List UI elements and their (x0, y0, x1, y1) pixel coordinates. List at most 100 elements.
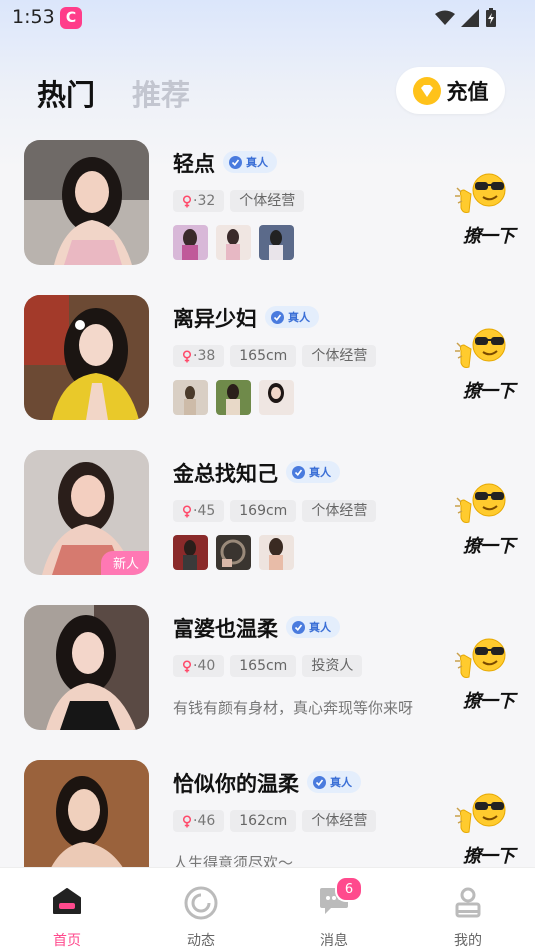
photo-thumbnail[interactable] (173, 535, 208, 570)
profile-name: 富婆也温柔 真人 (173, 613, 340, 643)
bottom-tab-bar: 首页 动态 消息 我的 (0, 867, 535, 952)
age-value: ·45 (193, 503, 216, 519)
photo-thumbnail[interactable] (216, 535, 251, 570)
age-tag: ·38 (173, 345, 225, 367)
recharge-button[interactable]: 充值 (396, 67, 505, 114)
age-tag: ·32 (173, 190, 225, 212)
verified-check-icon (292, 465, 305, 479)
profile-name-text: 富婆也温柔 (173, 617, 278, 641)
verified-label: 真人 (288, 311, 310, 324)
profile-name: 轻点 真人 (173, 148, 277, 178)
greet-label: 撩一下 (463, 691, 515, 712)
height-tag: 165cm (230, 655, 297, 677)
status-icons (435, 8, 497, 28)
tab-home[interactable]: 首页 (0, 868, 134, 952)
cool-wave-emoji-icon (455, 478, 515, 528)
verified-check-icon (292, 620, 305, 634)
cool-wave-emoji-icon (455, 323, 515, 373)
occupation-tag: 个体经营 (302, 500, 377, 522)
status-time: 1:53 (12, 6, 55, 28)
photo-thumbnail[interactable] (216, 380, 251, 415)
profile-signature: 有钱有颜有身材，真心奔现等你来呀 (173, 699, 414, 717)
profile-tags: ·45 169cm 个体经营 (173, 500, 377, 522)
profile-card[interactable]: 离异少妇 真人 ·38 165cm 个体经营 撩一下 (0, 295, 535, 450)
verified-check-icon (271, 310, 284, 324)
message-badge: 6 (335, 876, 363, 902)
greet-button[interactable]: 撩一下 (455, 323, 520, 403)
recharge-label: 充值 (446, 79, 489, 104)
occupation-tag: 个体经营 (302, 810, 377, 832)
moments-icon (184, 886, 218, 920)
age-value: ·40 (193, 658, 216, 674)
profile-card[interactable]: 新人 金总找知己 真人 ·45 169cm 个体经营 撩一下 (0, 450, 535, 605)
profile-name-text: 恰似你的温柔 (173, 772, 299, 796)
avatar[interactable] (24, 140, 149, 265)
verified-badge: 真人 (286, 461, 340, 483)
age-value: ·32 (193, 193, 216, 209)
verified-label: 真人 (330, 776, 352, 789)
tab-label: 消息 (320, 933, 348, 949)
tab-hot[interactable]: 热门 (37, 72, 95, 114)
photo-thumbnail[interactable] (259, 225, 294, 260)
height-tag: 165cm (230, 345, 297, 367)
female-icon (182, 349, 192, 362)
tab-recommend[interactable]: 推荐 (132, 72, 190, 114)
header: 热门 推荐 充值 (0, 60, 535, 120)
age-tag: ·46 (173, 810, 225, 832)
cool-wave-emoji-icon (455, 168, 515, 218)
height-tag: 162cm (230, 810, 297, 832)
profile-icon (455, 887, 481, 918)
occupation-tag: 投资人 (302, 655, 363, 677)
avatar[interactable] (24, 605, 149, 730)
profile-name-text: 金总找知己 (173, 462, 278, 486)
avatar[interactable]: 新人 (24, 450, 149, 575)
greet-button[interactable]: 撩一下 (455, 788, 520, 868)
tab-moments[interactable]: 动态 (134, 868, 268, 952)
greet-label: 撩一下 (463, 226, 515, 247)
photo-thumbnail[interactable] (173, 225, 208, 260)
greet-button[interactable]: 撩一下 (455, 478, 520, 558)
new-user-tag: 新人 (100, 551, 149, 575)
tab-messages[interactable]: 消息 (267, 868, 401, 952)
age-tag: ·40 (173, 655, 225, 677)
profile-name: 恰似你的温柔 真人 (173, 768, 361, 798)
verified-check-icon (313, 775, 326, 789)
verified-label: 真人 (246, 156, 268, 169)
tab-profile[interactable]: 我的 (401, 868, 535, 952)
greet-button[interactable]: 撩一下 (455, 168, 520, 248)
photo-thumbnails (173, 535, 294, 570)
profile-name-text: 轻点 (173, 152, 215, 176)
verified-badge: 真人 (223, 151, 277, 173)
home-icon (53, 888, 81, 914)
female-icon (182, 814, 192, 827)
photo-thumbnail[interactable] (259, 380, 294, 415)
profile-list: 轻点 真人 ·32 个体经营 撩一下 离异少妇 真人 ·38 165cm 个体经… (0, 140, 535, 915)
photo-thumbnail[interactable] (173, 380, 208, 415)
greet-button[interactable]: 撩一下 (455, 633, 520, 713)
profile-name: 离异少妇 真人 (173, 303, 319, 333)
profile-card[interactable]: 富婆也温柔 真人 ·40 165cm 投资人 有钱有颜有身材，真心奔现等你来呀 撩… (0, 605, 535, 760)
profile-tags: ·40 165cm 投资人 (173, 655, 363, 677)
photo-thumbnail[interactable] (216, 225, 251, 260)
tab-label: 我的 (454, 933, 482, 949)
photo-thumbnails (173, 225, 294, 260)
verified-check-icon (229, 155, 242, 169)
verified-badge: 真人 (286, 616, 340, 638)
wifi-icon (435, 10, 455, 25)
female-icon (182, 194, 192, 207)
cool-wave-emoji-icon (455, 633, 515, 683)
app-notification-icon: C (60, 7, 82, 29)
occupation-tag: 个体经营 (302, 345, 377, 367)
profile-tags: ·46 162cm 个体经营 (173, 810, 377, 832)
occupation-tag: 个体经营 (230, 190, 305, 212)
verified-badge: 真人 (307, 771, 361, 793)
profile-card[interactable]: 轻点 真人 ·32 个体经营 撩一下 (0, 140, 535, 295)
coin-icon (412, 76, 441, 105)
age-value: ·46 (193, 813, 216, 829)
signal-icon (461, 9, 479, 27)
avatar[interactable] (24, 295, 149, 420)
photo-thumbnail[interactable] (259, 535, 294, 570)
greet-label: 撩一下 (463, 846, 515, 867)
female-icon (182, 659, 192, 672)
verified-badge: 真人 (265, 306, 319, 328)
